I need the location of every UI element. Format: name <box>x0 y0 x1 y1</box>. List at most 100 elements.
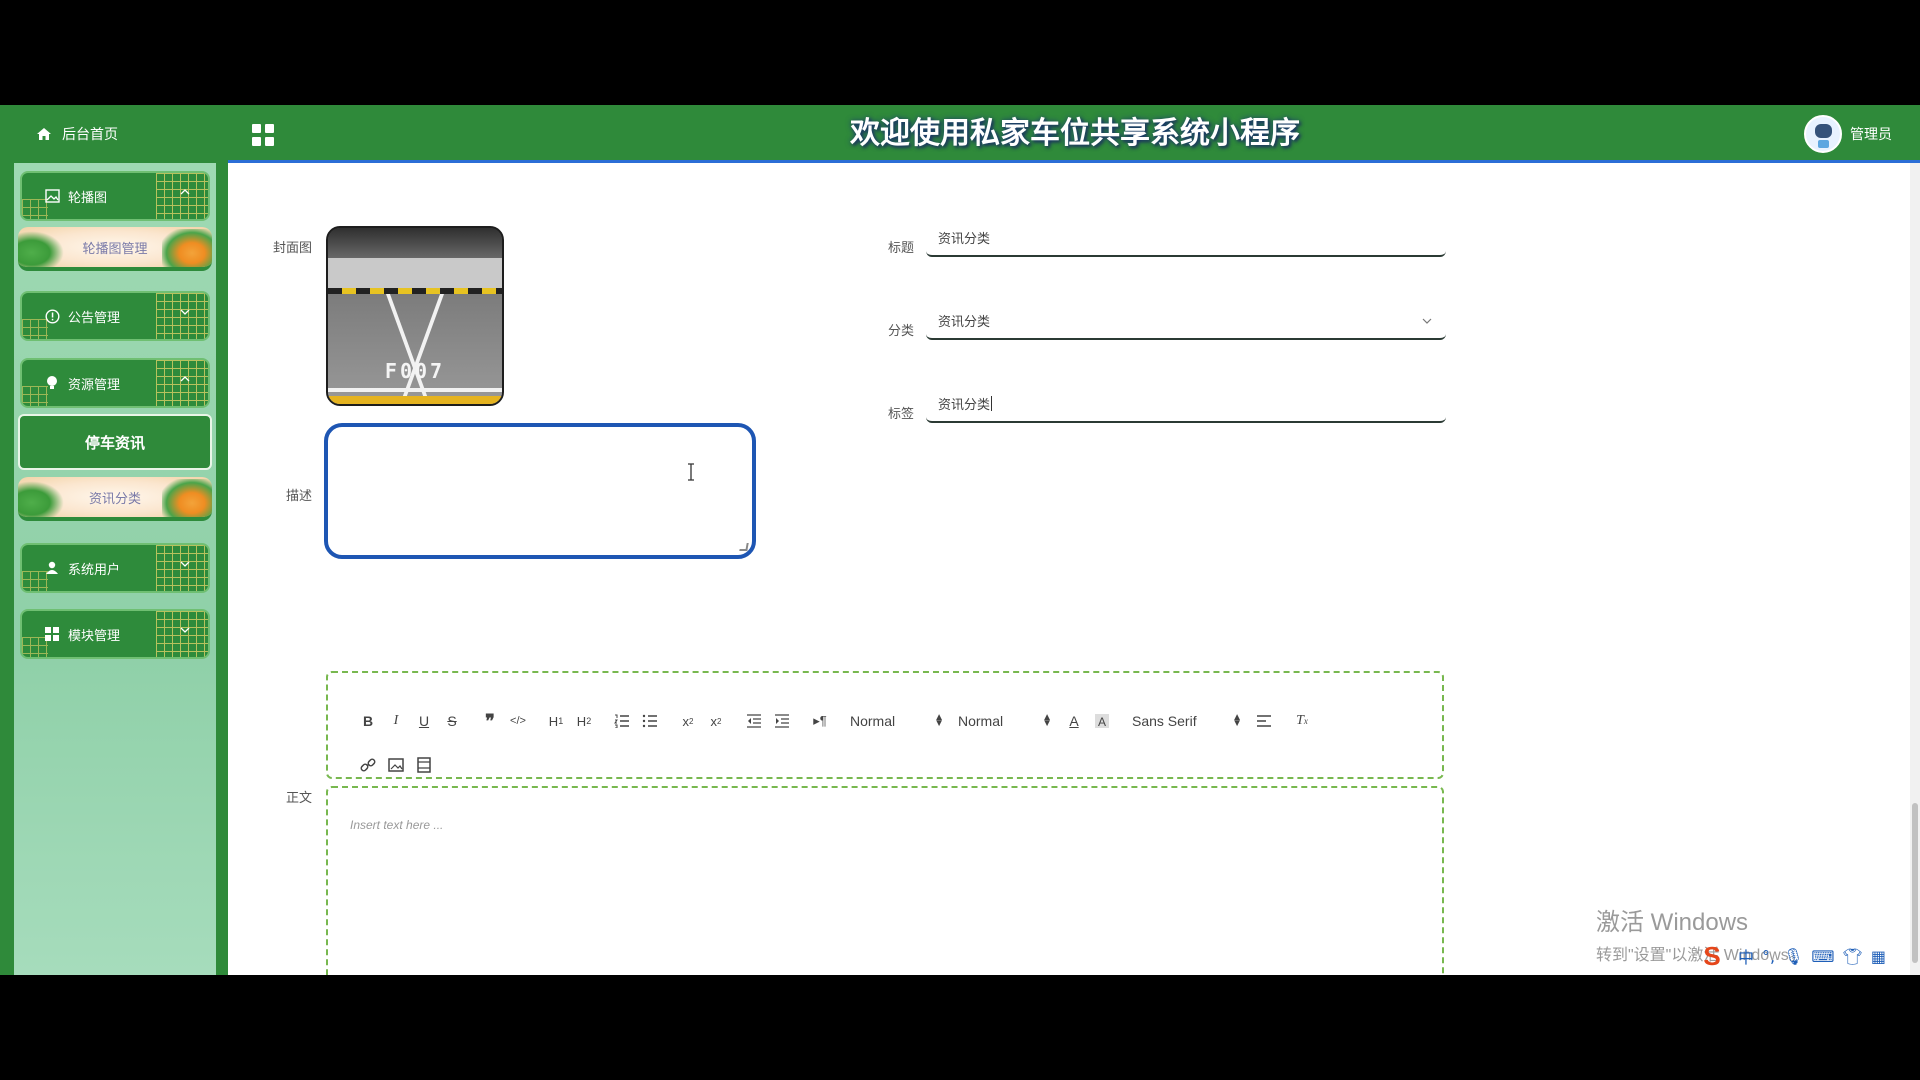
image-button[interactable] <box>382 753 410 777</box>
font-picker[interactable]: Sans Serif ▲ ▼ <box>1126 709 1250 733</box>
tag-input[interactable]: 资讯分类 <box>926 385 1446 423</box>
indent-button[interactable] <box>768 709 796 733</box>
title-label: 标题 <box>887 241 914 256</box>
sidebar-item-notice[interactable]: 公告管理 <box>20 291 210 341</box>
app-title: 欢迎使用私家车位共享系统小程序 <box>850 116 1300 151</box>
menu-toggle-button[interactable] <box>252 124 274 146</box>
submenu-news-category[interactable]: 资讯分类 <box>18 477 212 521</box>
submenu-label: 资讯分类 <box>88 491 141 507</box>
chevron-down-icon <box>1422 318 1432 324</box>
ime-mode-label[interactable]: 中 <box>1738 944 1754 968</box>
size-picker[interactable]: Normal ▲ ▼ <box>952 709 1060 733</box>
sidebar-item-label: 公告管理 <box>68 310 121 326</box>
outdent-icon <box>747 714 761 728</box>
ibeam-cursor-icon <box>688 463 694 481</box>
sidebar-item-carousel[interactable]: 轮播图 <box>20 171 210 221</box>
user-label: 管理员 <box>1850 127 1892 143</box>
title-input[interactable]: 资讯分类 <box>926 219 1446 257</box>
chevron-down-icon <box>180 309 190 315</box>
video-button[interactable] <box>410 753 438 777</box>
header-picker[interactable]: Normal ▲ ▼ <box>844 709 952 733</box>
resize-handle[interactable] <box>739 543 749 551</box>
link-icon <box>360 758 376 772</box>
ordered-list-icon <box>614 714 629 728</box>
editor-body[interactable]: Insert text here ... <box>326 786 1444 975</box>
updown-icon: ▲ ▼ <box>1042 712 1052 729</box>
sidebar-item-label: 系统用户 <box>68 562 121 578</box>
vertical-scrollbar[interactable] <box>1910 163 1920 975</box>
highlight-icon: A <box>1095 714 1109 728</box>
submenu-label: 停车资讯 <box>84 433 145 452</box>
video-icon <box>417 757 431 773</box>
home-link[interactable]: 后台首页 <box>36 105 118 163</box>
heading1-button[interactable]: H1 <box>542 709 570 733</box>
text-direction-button[interactable]: ▸¶ <box>806 709 834 733</box>
superscript-button[interactable]: x2 <box>702 709 730 733</box>
skin-icon[interactable]: 👕︎ <box>1843 947 1863 966</box>
cover-image-upload[interactable]: F007 <box>326 226 504 406</box>
info-circle-icon <box>44 308 60 324</box>
code-block-button[interactable]: </> <box>504 709 532 733</box>
updown-icon: ▲ ▼ <box>934 712 944 729</box>
category-label: 分类 <box>887 324 914 339</box>
link-button[interactable] <box>354 753 382 777</box>
keyboard-icon[interactable]: ⌨︎ <box>1811 947 1834 966</box>
submenu-label: 轮播图管理 <box>82 241 148 257</box>
header-picker-value: Normal <box>850 713 896 729</box>
sidebar-item-label: 模块管理 <box>68 628 121 644</box>
desc-textarea[interactable] <box>324 423 756 559</box>
category-select[interactable]: 资讯分类 <box>926 302 1446 340</box>
watermark-line-1: 激活 Windows <box>1596 909 1749 936</box>
main-content: 封面图 F007 标题 资讯分类 分类 资讯分类 标签 资讯分类 描述 正文 B… <box>228 163 1920 975</box>
background-color-button[interactable]: A <box>1088 709 1116 733</box>
chevron-up-icon <box>180 376 190 382</box>
tag-input-value: 资讯分类 <box>938 397 991 413</box>
ordered-list-button[interactable] <box>608 709 636 733</box>
bulb-icon <box>44 375 60 391</box>
image-icon <box>44 188 60 204</box>
sidebar-item-resources[interactable]: 资源管理 <box>20 358 210 408</box>
bold-button[interactable]: B <box>354 709 382 733</box>
home-icon <box>37 128 51 140</box>
user-menu[interactable]: 管理员 <box>1804 115 1892 153</box>
chevron-up-icon <box>180 189 190 195</box>
strike-button[interactable]: S <box>438 709 466 733</box>
user-icon <box>44 560 60 576</box>
submenu-parking-news[interactable]: 停车资讯 <box>18 414 212 470</box>
cover-label: 封面图 <box>272 241 312 256</box>
blockquote-button[interactable]: ❞ <box>476 709 504 733</box>
chevron-down-icon <box>180 561 190 567</box>
toolbox-icon[interactable]: ▦ <box>1871 947 1886 966</box>
microphone-icon[interactable]: 🎙︎ <box>1783 947 1803 966</box>
align-button[interactable] <box>1250 709 1278 733</box>
indent-icon <box>775 714 789 728</box>
bullet-list-icon <box>642 714 657 728</box>
size-picker-value: Normal <box>958 713 1004 729</box>
editor-placeholder: Insert text here ... <box>350 818 444 832</box>
image-icon <box>388 758 404 772</box>
italic-button[interactable]: I <box>382 709 410 733</box>
sidebar: 轮播图 轮播图管理 公告管理 资源管理 停车资讯 资讯分类 系统用户 模块管理 <box>0 163 228 975</box>
desc-label: 描述 <box>285 489 312 504</box>
sidebar-item-modules[interactable]: 模块管理 <box>20 609 210 659</box>
sidebar-item-label: 轮播图 <box>68 190 108 206</box>
subscript-button[interactable]: x2 <box>674 709 702 733</box>
heading2-button[interactable]: H2 <box>570 709 598 733</box>
sidebar-item-system-users[interactable]: 系统用户 <box>20 543 210 593</box>
bullet-list-button[interactable] <box>636 709 664 733</box>
outdent-button[interactable] <box>740 709 768 733</box>
avatar[interactable] <box>1804 115 1842 153</box>
font-picker-value: Sans Serif <box>1132 713 1197 729</box>
updown-icon: ▲ ▼ <box>1232 712 1242 729</box>
category-select-value: 资讯分类 <box>938 314 991 330</box>
text-color-button[interactable]: A <box>1060 709 1088 733</box>
underline-button[interactable]: U <box>410 709 438 733</box>
sidebar-item-label: 资源管理 <box>68 377 121 393</box>
editor-toolbar: B I U S ❞ </> H1 H2 x2 x2 ▸¶ Normal ▲ ▼ … <box>326 671 1444 779</box>
tag-label: 标签 <box>887 407 914 422</box>
punctuation-icon[interactable]: °, <box>1762 947 1775 966</box>
clear-format-button[interactable]: Tx <box>1288 709 1316 733</box>
sogou-logo-icon[interactable]: S <box>1694 941 1730 971</box>
align-left-icon <box>1257 715 1271 727</box>
submenu-carousel-manage[interactable]: 轮播图管理 <box>18 227 212 271</box>
